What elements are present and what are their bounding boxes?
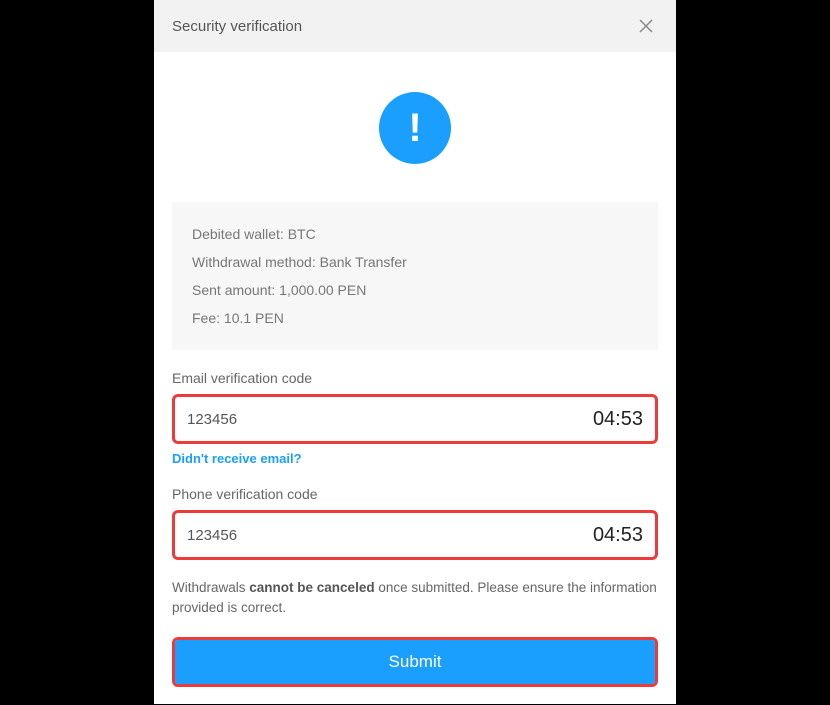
phone-code-input[interactable]: [187, 527, 593, 544]
sent-amount-label: Sent amount:: [192, 282, 279, 298]
modal-body: ! Debited wallet: BTC Withdrawal method:…: [154, 52, 676, 705]
modal-header: Security verification: [154, 0, 676, 52]
close-icon: [638, 18, 654, 34]
fee-row: Fee: 10.1 PEN: [192, 304, 638, 332]
close-button[interactable]: [634, 14, 658, 38]
withdrawal-method-label: Withdrawal method:: [192, 254, 320, 270]
email-code-input[interactable]: [187, 411, 593, 428]
email-code-timer: 04:53: [593, 408, 643, 431]
alert-icon: !: [379, 92, 451, 164]
submit-button[interactable]: Submit: [175, 640, 655, 684]
email-code-field: 04:53: [172, 394, 658, 444]
sent-amount-row: Sent amount: 1,000.00 PEN: [192, 276, 638, 304]
fee-value: 10.1 PEN: [224, 310, 284, 326]
phone-code-timer: 04:53: [593, 524, 643, 547]
fee-label: Fee:: [192, 310, 224, 326]
phone-code-label: Phone verification code: [172, 486, 658, 502]
security-verification-modal: Security verification ! Debited wallet: …: [154, 0, 676, 704]
debited-wallet-label: Debited wallet:: [192, 226, 288, 242]
warning-bold: cannot be canceled: [249, 580, 374, 595]
debited-wallet-value: BTC: [288, 226, 316, 242]
sent-amount-value: 1,000.00 PEN: [279, 282, 366, 298]
resend-email-link[interactable]: Didn't receive email?: [172, 451, 302, 466]
debited-wallet-row: Debited wallet: BTC: [192, 220, 638, 248]
phone-code-field: 04:53: [172, 510, 658, 560]
withdrawal-summary: Debited wallet: BTC Withdrawal method: B…: [172, 202, 658, 350]
warning-prefix: Withdrawals: [172, 580, 249, 595]
exclamation-icon: !: [408, 108, 421, 148]
modal-title: Security verification: [172, 18, 302, 35]
withdrawal-method-value: Bank Transfer: [320, 254, 407, 270]
submit-highlight: Submit: [172, 637, 658, 687]
email-code-label: Email verification code: [172, 370, 658, 386]
cancellation-warning: Withdrawals cannot be canceled once subm…: [172, 578, 658, 619]
withdrawal-method-row: Withdrawal method: Bank Transfer: [192, 248, 638, 276]
